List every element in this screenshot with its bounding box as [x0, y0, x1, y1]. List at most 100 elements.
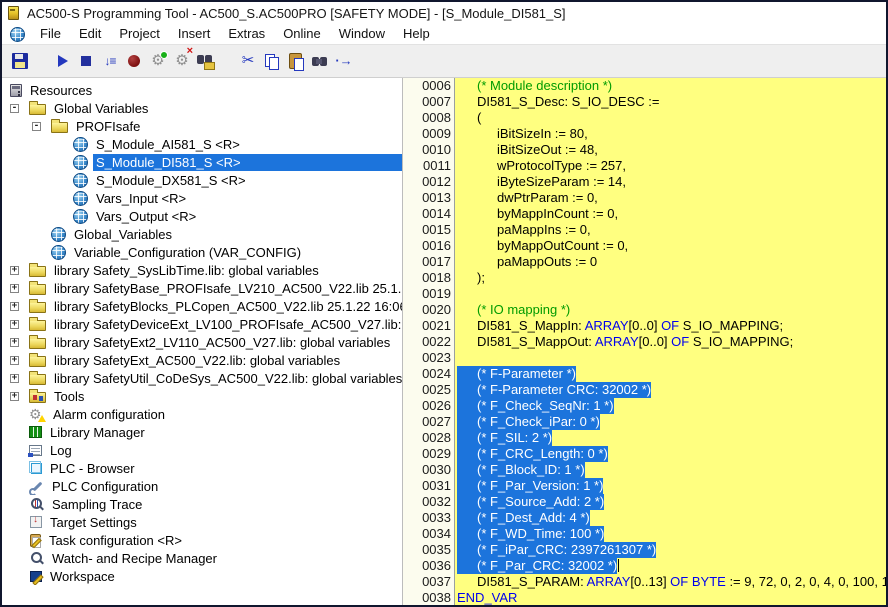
code-line-0018[interactable]: 0018); — [403, 270, 886, 286]
expand-plus-icon[interactable]: + — [10, 356, 19, 365]
tree-item-sampling-trace[interactable]: Sampling Trace — [2, 495, 402, 513]
tree-item-target-settings[interactable]: Target Settings — [2, 513, 402, 531]
run-button[interactable] — [50, 49, 74, 73]
tree-item-plc-browser[interactable]: PLC - Browser — [2, 459, 402, 477]
tree-item-log[interactable]: Log — [2, 441, 402, 459]
menu-extras[interactable]: Extras — [219, 25, 274, 42]
menu-edit[interactable]: Edit — [70, 25, 110, 42]
code-line-0033[interactable]: 0033(* F_Dest_Add: 4 *) — [403, 510, 886, 526]
tree-item-resources[interactable]: Resources — [2, 81, 402, 99]
tree-item-alarm-configuration[interactable]: Alarm configuration — [2, 405, 402, 423]
stop-button[interactable] — [74, 49, 98, 73]
tree-item-library-safety-syslibtime-lib-global-varia[interactable]: +library Safety_SysLibTime.lib: global v… — [2, 261, 402, 279]
task-icon — [30, 534, 41, 547]
tree-item-s-module-di581-s-r[interactable]: S_Module_DI581_S <R> — [2, 153, 402, 171]
tree-item-library-safetybase-profisafe-lv210-ac500-v[interactable]: +library SafetyBase_PROFIsafe_LV210_AC50… — [2, 279, 402, 297]
tree-item-watch-and-recipe-manager[interactable]: Watch- and Recipe Manager — [2, 549, 402, 567]
code-line-0011[interactable]: 0011wProtocolType := 257, — [403, 158, 886, 174]
code-line-0017[interactable]: 0017paMappOuts := 0 — [403, 254, 886, 270]
code-line-0012[interactable]: 0012iByteSizeParam := 14, — [403, 174, 886, 190]
code-line-0024[interactable]: 0024(* F-Parameter *) — [403, 366, 886, 382]
paste-button[interactable] — [284, 49, 308, 73]
tree-item-task-configuration-r[interactable]: Task configuration <R> — [2, 531, 402, 549]
code-line-0014[interactable]: 0014byMappInCount := 0, — [403, 206, 886, 222]
code-line-0022[interactable]: 0022DI581_S_MappOut: ARRAY[0..0] OF S_IO… — [403, 334, 886, 350]
line-number: 0017 — [403, 254, 455, 270]
tree-item-tools[interactable]: +Tools — [2, 387, 402, 405]
tree-item-library-manager[interactable]: Library Manager — [2, 423, 402, 441]
document-globe-icon[interactable] — [10, 27, 25, 42]
code-line-0026[interactable]: 0026(* F_Check_SeqNr: 1 *) — [403, 398, 886, 414]
menu-file[interactable]: File — [31, 25, 70, 42]
code-line-0037[interactable]: 0037DI581_S_PARAM: ARRAY[0..13] OF BYTE … — [403, 574, 886, 590]
code-line-0013[interactable]: 0013dwPtrParam := 0, — [403, 190, 886, 206]
code-line-0035[interactable]: 0035(* F_iPar_CRC: 2397261307 *) — [403, 542, 886, 558]
tree-item-vars-input-r[interactable]: Vars_Input <R> — [2, 189, 402, 207]
code-line-0016[interactable]: 0016byMappOutCount := 0, — [403, 238, 886, 254]
expand-plus-icon[interactable]: + — [10, 302, 19, 311]
online-login-button[interactable] — [146, 49, 170, 73]
expand-plus-icon[interactable]: + — [10, 374, 19, 383]
collapse-minus-icon[interactable]: - — [10, 104, 19, 113]
code-line-0036[interactable]: 0036(* F_Par_CRC: 32002 *) — [403, 558, 886, 574]
code-line-0008[interactable]: 0008( — [403, 110, 886, 126]
code-line-0021[interactable]: 0021DI581_S_MappIn: ARRAY[0..0] OF S_IO_… — [403, 318, 886, 334]
tree-item-library-safetyblocks-plcopen-ac500-v22-lib[interactable]: +library SafetyBlocks_PLCopen_AC500_V22.… — [2, 297, 402, 315]
find-button[interactable] — [308, 49, 332, 73]
expand-plus-icon[interactable]: + — [10, 266, 19, 275]
tree-item-workspace[interactable]: Workspace — [2, 567, 402, 585]
copy-button[interactable] — [260, 49, 284, 73]
save-button[interactable] — [8, 49, 32, 73]
code-line-0015[interactable]: 0015paMappIns := 0, — [403, 222, 886, 238]
code-line-0028[interactable]: 0028(* F_SIL: 2 *) — [403, 430, 886, 446]
code-line-0030[interactable]: 0030(* F_Block_ID: 1 *) — [403, 462, 886, 478]
code-line-0007[interactable]: 0007DI581_S_Desc: S_IO_DESC := — [403, 94, 886, 110]
tree-item-library-safetydeviceext-lv100-profisafe-ac[interactable]: +library SafetyDeviceExt_LV100_PROFIsafe… — [2, 315, 402, 333]
cut-button[interactable] — [236, 49, 260, 73]
collapse-minus-icon[interactable]: - — [32, 122, 41, 131]
code-line-0020[interactable]: 0020(* IO mapping *) — [403, 302, 886, 318]
mag-icon — [29, 551, 44, 566]
online-logout-button[interactable] — [170, 49, 194, 73]
tree-item-s-module-ai581-s-r[interactable]: S_Module_AI581_S <R> — [2, 135, 402, 153]
code-line-0010[interactable]: 0010iBitSizeOut := 48, — [403, 142, 886, 158]
menu-project[interactable]: Project — [110, 25, 168, 42]
code-line-0009[interactable]: 0009iBitSizeIn := 80, — [403, 126, 886, 142]
menu-window[interactable]: Window — [330, 25, 394, 42]
toggle-breakpoint-button[interactable] — [122, 49, 146, 73]
step-button[interactable] — [98, 49, 122, 73]
expand-plus-icon[interactable]: + — [10, 392, 19, 401]
code-line-0027[interactable]: 0027(* F_Check_iPar: 0 *) — [403, 414, 886, 430]
code-line-0034[interactable]: 0034(* F_WD_Time: 100 *) — [403, 526, 886, 542]
tree-item-global-variables[interactable]: -Global Variables — [2, 99, 402, 117]
code-line-0006[interactable]: 0006(* Module description *) — [403, 78, 886, 94]
tree-item-global-variables[interactable]: Global_Variables — [2, 225, 402, 243]
expand-plus-icon[interactable]: + — [10, 320, 19, 329]
code-line-0029[interactable]: 0029(* F_CRC_Length: 0 *) — [403, 446, 886, 462]
expand-plus-icon[interactable]: + — [10, 284, 19, 293]
tree-item-library-safetyext2-lv110-ac500-v27-lib-glo[interactable]: + library SafetyExt2_LV110_AC500_V27.lib:… — [2, 333, 402, 351]
code-line-0032[interactable]: 0032(* F_Source_Add: 2 *) — [403, 494, 886, 510]
menu-insert[interactable]: Insert — [169, 25, 220, 42]
menu-online[interactable]: Online — [274, 25, 330, 42]
declaration-editor[interactable]: 0006(* Module description *)0007DI581_S_… — [403, 78, 886, 605]
menu-help[interactable]: Help — [394, 25, 439, 42]
find-next-button[interactable] — [332, 49, 356, 73]
code-line-0038[interactable]: 0038END_VAR — [403, 590, 886, 605]
code-line-0023[interactable]: 0023 — [403, 350, 886, 366]
tree-item-library-safetyutil-codesys-ac500-v22-lib-g[interactable]: +library SafetyUtil_CoDeSys_AC500_V22.li… — [2, 369, 402, 387]
code-line-0025[interactable]: 0025(* F-Parameter CRC: 32002 *) — [403, 382, 886, 398]
tree-item-label: Workspace — [47, 568, 402, 585]
expand-plus-icon[interactable]: + — [10, 338, 19, 347]
global-search-button[interactable] — [194, 49, 218, 73]
tree-item-profisafe[interactable]: -PROFIsafe — [2, 117, 402, 135]
tree-item-library-safetyext-ac500-v22-lib-global-var[interactable]: +library SafetyExt_AC500_V22.lib: global… — [2, 351, 402, 369]
code-line-0019[interactable]: 0019 — [403, 286, 886, 302]
plcb-icon — [31, 463, 42, 474]
tree-item-variable-configuration-var-config[interactable]: Variable_Configuration (VAR_CONFIG) — [2, 243, 402, 261]
tree-item-label: library SafetyExt2_LV110_AC500_V27.lib: … — [51, 334, 402, 351]
tree-item-vars-output-r[interactable]: Vars_Output <R> — [2, 207, 402, 225]
tree-item-s-module-dx581-s-r[interactable]: S_Module_DX581_S <R> — [2, 171, 402, 189]
code-line-0031[interactable]: 0031(* F_Par_Version: 1 *) — [403, 478, 886, 494]
tree-item-plc-configuration[interactable]: PLC Configuration — [2, 477, 402, 495]
